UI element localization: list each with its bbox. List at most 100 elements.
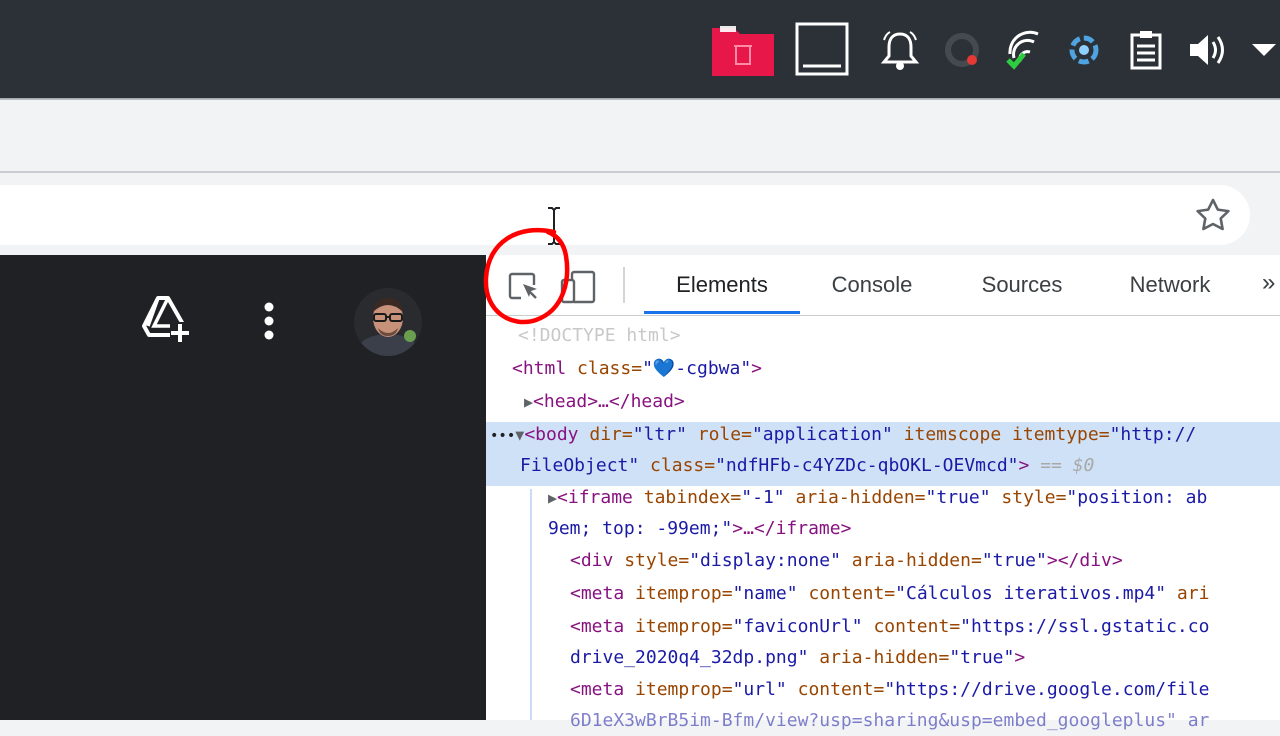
selected-node-marker: == $0	[1029, 455, 1095, 476]
drive-add-icon[interactable]	[138, 292, 192, 346]
tag-close: >…</iframe>	[732, 518, 852, 539]
meta-url-cont[interactable]: 6D1eX3wBrB5im-Bfm/view?usp=sharing&usp=e…	[570, 706, 1209, 736]
tab-strip	[0, 100, 1280, 172]
attr-name: content=	[797, 583, 896, 604]
node-actions-icon[interactable]: •••	[490, 428, 515, 444]
attr-name: class=	[577, 358, 643, 379]
more-vert-icon[interactable]	[254, 298, 284, 344]
tag-name: <iframe	[557, 487, 644, 508]
iframe-node[interactable]: ▶<iframe tabindex="-1" aria-hidden="true…	[548, 483, 1207, 513]
expand-triangle-icon[interactable]: ▶	[548, 489, 557, 507]
devtools-tabbar: Elements Console Sources Network »	[486, 255, 1280, 316]
attr-value: "name"	[732, 583, 798, 604]
attr-value: "position: ab	[1066, 487, 1208, 508]
tag-name: <head>…</head>	[533, 391, 685, 412]
attr-name: aria-hidden=	[784, 487, 926, 508]
body-node-cont[interactable]: FileObject" class="ndfHFb-c4YZDc-qbOKL-O…	[520, 451, 1094, 481]
bell-icon[interactable]	[880, 22, 920, 78]
clipboard-icon[interactable]	[1126, 22, 1166, 78]
tag-close: >	[1018, 455, 1030, 476]
attr-name: aria-hidden=	[808, 647, 950, 668]
body-node[interactable]: •••▼<body dir="ltr" role="application" i…	[490, 420, 1196, 450]
attr-value: drive_2020q4_32dp.png"	[570, 647, 809, 668]
tag-name: <meta	[570, 616, 636, 637]
attr-name: itemprop=	[635, 583, 733, 604]
tag-name: <html	[512, 358, 578, 379]
tab-elements[interactable]: Elements	[644, 269, 800, 301]
attr-name: tabindex=	[643, 487, 742, 508]
attr-name: content=	[862, 616, 961, 637]
tag-close: >	[751, 358, 763, 379]
collapse-triangle-icon[interactable]: ▼	[515, 426, 524, 444]
attr-value: "-1"	[741, 487, 785, 508]
div-node[interactable]: <div style="display:none" aria-hidden="t…	[570, 546, 1123, 576]
bookmark-star-icon[interactable]	[1192, 196, 1234, 232]
network-icon[interactable]	[1004, 22, 1044, 78]
attr-name: itemprop=	[635, 679, 733, 700]
attr-value: "true"	[925, 487, 991, 508]
update-icon[interactable]	[942, 22, 982, 78]
tag-name: <body	[524, 424, 590, 445]
meta-url-node[interactable]: <meta itemprop="url" content="https://dr…	[570, 675, 1209, 705]
text-cursor-icon	[544, 206, 564, 246]
attr-value: "url"	[732, 679, 787, 700]
tab-network[interactable]: Network	[1112, 269, 1228, 301]
address-bar[interactable]	[0, 185, 1250, 245]
more-tabs-button[interactable]: »	[1262, 269, 1280, 297]
trash-icon[interactable]	[710, 22, 776, 78]
attr-name: role=	[686, 424, 752, 445]
attr-name: content=	[786, 679, 885, 700]
attr-value: FileObject"	[520, 455, 640, 476]
tab-console[interactable]: Console	[812, 269, 932, 301]
attr-name: style=	[624, 550, 690, 571]
elements-tree: <!DOCTYPE html> <html class="💙-cgbwa"> ▶…	[486, 317, 1280, 731]
attr-value: "https://drive.google.com/file	[884, 679, 1210, 700]
doctype-node[interactable]: <!DOCTYPE html>	[518, 321, 681, 351]
attr-value: 9em; top: -99em;"	[548, 518, 733, 539]
tag-name: <meta	[570, 583, 636, 604]
tree-guide-line	[530, 489, 532, 720]
attr-value: "ndfHFb-c4YZDc-qbOKL-OEVmcd"	[715, 455, 1019, 476]
volume-icon[interactable]	[1186, 22, 1226, 78]
meta-name-node[interactable]: <meta itemprop="name" content="Cálculos …	[570, 579, 1209, 609]
attr-value: "https://ssl.gstatic.co	[960, 616, 1210, 637]
meta-favicon-cont[interactable]: drive_2020q4_32dp.png" aria-hidden="true…	[570, 643, 1025, 673]
iframe-node-cont[interactable]: 9em; top: -99em;">…</iframe>	[548, 514, 851, 544]
attr-name: itemscope itemtype=	[892, 424, 1110, 445]
attr-value: "ltr"	[632, 424, 687, 445]
attr-value: "true"	[981, 550, 1047, 571]
attr-value: "💙-cgbwa"	[642, 358, 752, 379]
attr-name: ari	[1166, 583, 1210, 604]
system-tray	[0, 0, 1280, 98]
attr-value: "http://	[1109, 424, 1197, 445]
tag-close: >	[1014, 647, 1026, 668]
browser-toolbar	[0, 173, 1280, 255]
tab-sources[interactable]: Sources	[962, 269, 1082, 301]
dropdown-arrow-icon[interactable]	[1248, 22, 1280, 78]
tag-name: <meta	[570, 679, 636, 700]
toolbar-separator	[623, 267, 625, 303]
user-avatar[interactable]	[354, 288, 422, 356]
expand-triangle-icon[interactable]: ▶	[524, 393, 533, 411]
attr-value: "display:none"	[689, 550, 841, 571]
attr-name: style=	[990, 487, 1067, 508]
cloud-sync-icon[interactable]	[1064, 22, 1104, 78]
tag-name: <div	[570, 550, 625, 571]
tag-close: ></div>	[1046, 550, 1123, 571]
head-node[interactable]: ▶<head>…</head>	[524, 387, 685, 417]
attr-name: dir=	[589, 424, 633, 445]
attr-name: class=	[639, 455, 716, 476]
attr-value: "true"	[949, 647, 1015, 668]
window-icon[interactable]	[795, 22, 849, 78]
attr-name: itemprop=	[635, 616, 733, 637]
inspect-element-icon[interactable]	[504, 267, 544, 307]
active-tab-indicator	[644, 311, 800, 314]
devtools-panel: Elements Console Sources Network » <!DOC…	[486, 255, 1280, 731]
meta-favicon-node[interactable]: <meta itemprop="faviconUrl" content="htt…	[570, 612, 1209, 642]
attr-value: "application"	[751, 424, 893, 445]
attr-value: "Cálculos iterativos.mp4"	[895, 583, 1167, 604]
attr-value: "faviconUrl"	[732, 616, 863, 637]
html-node[interactable]: <html class="💙-cgbwa">	[512, 354, 762, 384]
device-toolbar-icon[interactable]	[556, 267, 600, 307]
attr-name: aria-hidden=	[840, 550, 982, 571]
